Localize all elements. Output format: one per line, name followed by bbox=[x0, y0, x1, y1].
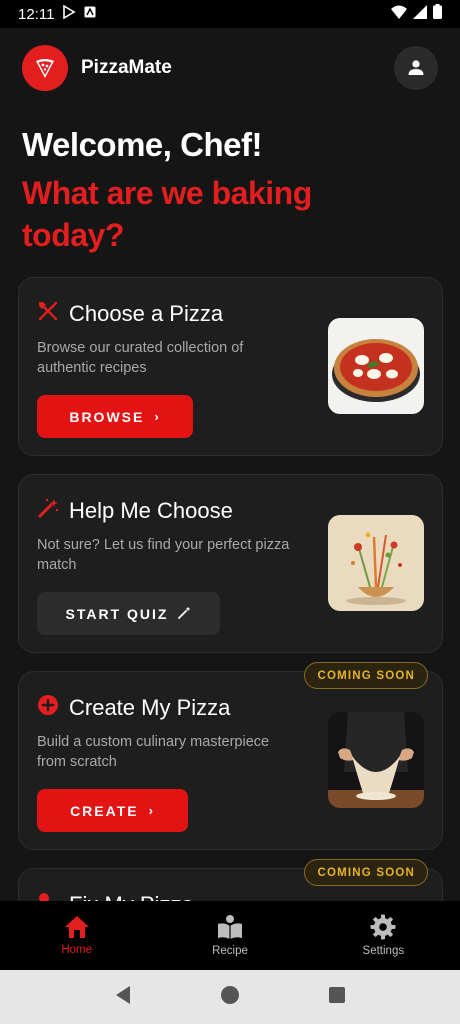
welcome-title: Welcome, Chef! bbox=[22, 126, 262, 163]
app-header: PizzaMate bbox=[0, 28, 460, 108]
home-circle-icon[interactable] bbox=[220, 985, 240, 1010]
create-button-label: CREATE bbox=[70, 802, 139, 819]
wifi-icon bbox=[391, 5, 407, 24]
bottom-navigation: Home Recipe Settings bbox=[0, 901, 460, 970]
create-button[interactable]: CREATE › bbox=[37, 789, 188, 832]
browse-button-label: BROWSE bbox=[69, 408, 145, 425]
chevron-right-icon: › bbox=[148, 803, 155, 818]
back-icon[interactable] bbox=[114, 985, 132, 1010]
recipe-book-icon bbox=[217, 915, 242, 939]
nav-home[interactable]: Home bbox=[0, 901, 153, 970]
card-help-me-choose[interactable]: Help Me Choose Not sure? Let us find you… bbox=[18, 474, 443, 653]
app-title: PizzaMate bbox=[81, 57, 172, 78]
dough-stretching-image bbox=[328, 712, 424, 808]
recents-icon[interactable] bbox=[328, 986, 346, 1009]
card-description: Not sure? Let us find your perfect pizza… bbox=[37, 537, 290, 573]
status-bar: 12:11 bbox=[0, 0, 460, 28]
nav-home-label: Home bbox=[61, 944, 92, 956]
pizza-image bbox=[328, 318, 424, 414]
gear-icon bbox=[370, 914, 396, 940]
welcome-section: Welcome, Chef! What are we baking today? bbox=[22, 122, 442, 256]
signal-icon bbox=[413, 4, 427, 24]
magic-wand-icon bbox=[37, 497, 59, 524]
card-title: Choose a Pizza bbox=[69, 300, 224, 326]
start-quiz-button-label: START QUIZ bbox=[65, 605, 169, 622]
chevron-right-icon: › bbox=[154, 409, 161, 424]
ingredients-image bbox=[328, 515, 424, 611]
magic-wand-small-icon bbox=[178, 606, 191, 622]
card-create-pizza[interactable]: Create My Pizza Build a custom culinary … bbox=[18, 671, 443, 850]
utensils-icon bbox=[37, 300, 59, 327]
coming-soon-badge: COMING SOON bbox=[304, 662, 428, 689]
pizza-logo-icon bbox=[22, 45, 68, 91]
nav-recipe[interactable]: Recipe bbox=[153, 901, 306, 970]
card-choose-pizza[interactable]: Choose a Pizza Browse our curated collec… bbox=[18, 277, 443, 456]
nav-settings-label: Settings bbox=[362, 945, 405, 957]
card-title: Help Me Choose bbox=[69, 497, 233, 523]
profile-button[interactable] bbox=[394, 46, 438, 90]
add-circle-icon bbox=[37, 694, 59, 721]
nav-recipe-label: Recipe bbox=[212, 945, 248, 957]
system-navigation-bar bbox=[0, 970, 460, 1024]
card-title: Create My Pizza bbox=[69, 694, 231, 720]
play-store-icon bbox=[62, 4, 76, 24]
coming-soon-badge: COMING SOON bbox=[304, 859, 428, 886]
card-description: Browse our curated collection of authent… bbox=[37, 340, 244, 376]
start-quiz-button[interactable]: START QUIZ bbox=[37, 592, 220, 635]
person-icon bbox=[408, 60, 424, 75]
battery-icon bbox=[433, 4, 442, 24]
nav-settings[interactable]: Settings bbox=[307, 901, 460, 970]
home-icon bbox=[64, 916, 89, 938]
welcome-subtitle: What are we baking today? bbox=[22, 175, 312, 253]
status-time: 12:11 bbox=[18, 5, 55, 23]
browse-button[interactable]: BROWSE › bbox=[37, 395, 193, 438]
notification-a-icon bbox=[84, 5, 96, 23]
card-description: Build a custom culinary masterpiece from… bbox=[37, 734, 270, 770]
